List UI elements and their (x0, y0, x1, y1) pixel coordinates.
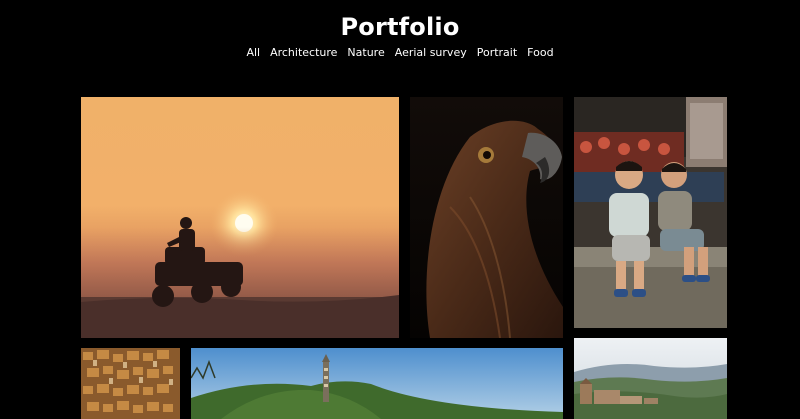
filter-all[interactable]: All (246, 45, 260, 61)
filter-portrait[interactable]: Portrait (477, 45, 517, 61)
filter-food[interactable]: Food (527, 45, 553, 61)
filter-aerial-survey[interactable]: Aerial survey (395, 45, 467, 61)
photo-hillside-castle[interactable] (574, 338, 727, 419)
park-hill-image (191, 348, 563, 419)
photo-eagle[interactable] (410, 97, 563, 338)
site-header: Portfolio All Architecture Nature Aerial… (0, 12, 800, 61)
photo-park-hill-tower[interactable] (191, 348, 563, 419)
children-market-image (574, 97, 727, 328)
eagle-image (410, 97, 563, 338)
old-town-image (81, 348, 180, 419)
portfolio-page: Portfolio All Architecture Nature Aerial… (0, 0, 800, 419)
hillside-castle-image (574, 338, 727, 419)
photo-old-town-rooftops[interactable] (81, 348, 180, 419)
site-title: Portfolio (340, 13, 460, 41)
filter-nature[interactable]: Nature (347, 45, 384, 61)
photo-atv-sunset[interactable] (81, 97, 399, 338)
filter-architecture[interactable]: Architecture (270, 45, 337, 61)
photo-children-market[interactable] (574, 97, 727, 328)
atv-sunset-image (81, 97, 399, 338)
category-filter-nav: All Architecture Nature Aerial survey Po… (0, 45, 800, 61)
